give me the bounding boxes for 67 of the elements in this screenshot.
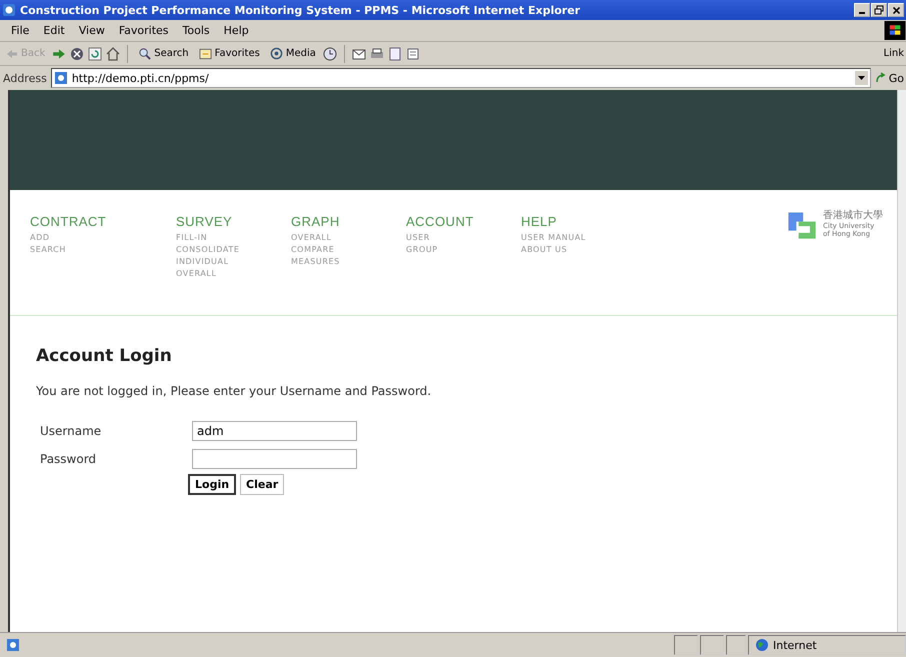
nav-link[interactable]: INDIVIDUAL: [176, 256, 291, 268]
zone-label: Internet: [773, 638, 817, 652]
history-icon[interactable]: [322, 46, 337, 60]
address-label: Address: [3, 72, 47, 84]
menu-item[interactable]: Tools: [176, 24, 217, 37]
links-label[interactable]: Link: [884, 48, 904, 59]
nav-link[interactable]: MEASURES: [291, 256, 406, 268]
logo-text: 香港城市大學: [823, 208, 883, 222]
form-button[interactable]: Clear: [240, 474, 284, 495]
nav-link[interactable]: OVERALL: [291, 232, 406, 244]
nav-link[interactable]: GROUP: [406, 244, 521, 256]
nav-link[interactable]: USER: [406, 232, 521, 244]
nav-link[interactable]: ABOUT US: [521, 244, 636, 256]
menu-item[interactable]: File: [4, 24, 36, 37]
refresh-icon[interactable]: [88, 46, 102, 60]
nav-link[interactable]: USER MANUAL: [521, 232, 636, 244]
disc-icon: [270, 47, 283, 60]
scroll-bar[interactable]: [897, 90, 906, 632]
address-field[interactable]: http://demo.pti.cn/ppms/: [50, 68, 871, 88]
media-button[interactable]: Media: [266, 47, 319, 60]
close-icon: [892, 6, 900, 14]
page-heading: Account Login: [36, 346, 173, 366]
windows-logo-icon: [884, 21, 906, 40]
go-arrow-icon: [874, 72, 887, 84]
menu-item[interactable]: View: [72, 24, 112, 37]
browser-icon: [2, 3, 16, 17]
minimize-icon: [859, 12, 865, 14]
printer-icon[interactable]: [370, 46, 384, 60]
nav-link[interactable]: FILL-IN: [176, 232, 291, 244]
maximize-button[interactable]: [871, 3, 887, 17]
stop-icon[interactable]: [70, 46, 84, 60]
nav-link[interactable]: CONSOLIDATE: [176, 244, 291, 256]
search-button[interactable]: Search: [135, 47, 192, 60]
back-arrow-icon: [6, 48, 18, 58]
form-button[interactable]: Login: [188, 474, 236, 495]
nav-link[interactable]: COMPARE: [291, 244, 406, 256]
favorites-button[interactable]: Favorites: [196, 48, 263, 60]
close-button[interactable]: [888, 3, 904, 17]
search-icon: [138, 47, 152, 60]
nav-heading[interactable]: SURVEY: [176, 214, 291, 229]
menu-item[interactable]: Help: [216, 24, 256, 37]
nav-link[interactable]: OVERALL: [176, 268, 291, 280]
go-button[interactable]: Go: [874, 72, 906, 84]
edit-page-icon[interactable]: [388, 46, 402, 60]
page-icon: [54, 71, 68, 85]
home-icon[interactable]: [106, 46, 120, 60]
notes-icon[interactable]: [406, 46, 420, 60]
page-icon: [6, 638, 20, 652]
nav-heading[interactable]: GRAPH: [291, 214, 406, 229]
text-field[interactable]: adm: [192, 420, 357, 440]
nav-link[interactable]: SEARCH: [30, 244, 176, 256]
nav-link[interactable]: ADD: [30, 232, 176, 244]
nav-heading[interactable]: CONTRACT: [30, 214, 176, 229]
window-title: Construction Project Performance Monitoring System - PPMS - Microsoft Internet Explorer: [20, 4, 582, 16]
minimize-button[interactable]: [854, 3, 870, 17]
nav-heading[interactable]: HELP: [521, 214, 636, 229]
nav-heading[interactable]: ACCOUNT: [406, 214, 521, 229]
field-label: Username: [39, 424, 102, 438]
field-label: Password: [39, 452, 98, 466]
globe-icon: [755, 638, 769, 652]
restore-icon: [874, 5, 884, 15]
menu-item[interactable]: Edit: [36, 24, 72, 37]
menu-item[interactable]: Favorites: [112, 24, 176, 37]
mail-icon[interactable]: [352, 46, 366, 60]
folder-icon: [198, 48, 212, 60]
text-field[interactable]: [192, 448, 357, 468]
login-message: You are not logged in, Please enter your Username and Password.: [36, 384, 432, 398]
